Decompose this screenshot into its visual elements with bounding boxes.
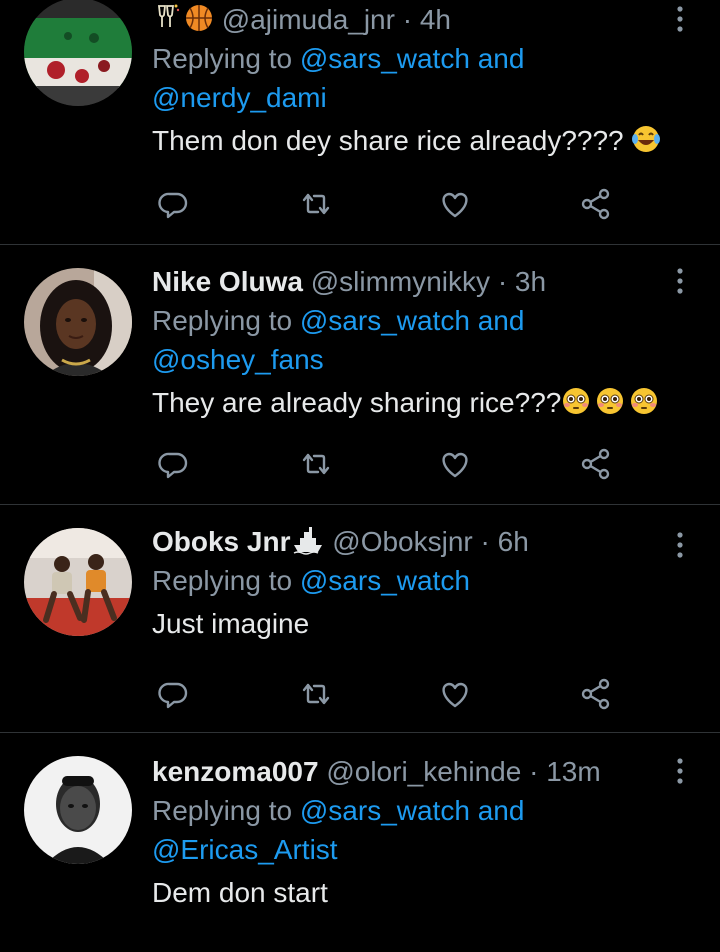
reply-icon[interactable] bbox=[155, 186, 191, 222]
tweet-body: Dem don start bbox=[152, 877, 328, 908]
timestamp[interactable]: 4h bbox=[420, 4, 451, 35]
avatar[interactable] bbox=[24, 0, 132, 106]
mention-link[interactable]: @sars_watch bbox=[300, 43, 470, 74]
tweet[interactable]: Oboks Jnr @Oboksjnr · 6h Replying to @sa… bbox=[0, 504, 720, 733]
replying-to-label: Replying to bbox=[152, 305, 293, 336]
tweet-text: They are already sharing rice??? bbox=[152, 383, 672, 422]
share-icon[interactable] bbox=[578, 446, 614, 482]
tweet-actions bbox=[152, 676, 622, 712]
timestamp[interactable]: 13m bbox=[546, 756, 600, 787]
replying-to-label: Replying to bbox=[152, 795, 293, 826]
timestamp[interactable]: 3h bbox=[515, 266, 546, 297]
share-icon[interactable] bbox=[578, 676, 614, 712]
more-vertical-icon[interactable] bbox=[670, 530, 690, 560]
replying-and[interactable]: and bbox=[478, 43, 525, 74]
user-name[interactable]: Nike Oluwa bbox=[152, 266, 303, 297]
user-name[interactable]: Oboks Jnr bbox=[152, 526, 290, 557]
replying-and[interactable]: and bbox=[478, 795, 525, 826]
user-handle[interactable]: @slimmynikky bbox=[311, 266, 490, 297]
tweet[interactable]: kenzoma007 @olori_kehinde · 13m Replying… bbox=[0, 732, 720, 952]
replying-to-continued: @Ericas_Artist bbox=[152, 830, 672, 869]
separator: · bbox=[480, 526, 490, 557]
reply-icon[interactable] bbox=[155, 446, 191, 482]
tweet-actions bbox=[152, 186, 622, 222]
avatar[interactable] bbox=[24, 268, 132, 376]
user-handle[interactable]: @olori_kehinde bbox=[326, 756, 521, 787]
heart-icon[interactable] bbox=[437, 446, 473, 482]
laughing-tears-emoji bbox=[631, 124, 661, 154]
tweet-text: Just imagine bbox=[152, 604, 672, 643]
more-vertical-icon[interactable] bbox=[670, 4, 690, 34]
heart-icon[interactable] bbox=[437, 186, 473, 222]
separator: · bbox=[497, 266, 508, 297]
reply-icon[interactable] bbox=[155, 676, 191, 712]
user-name[interactable]: kenzoma007 bbox=[152, 756, 319, 787]
tweet-body: They are already sharing rice??? bbox=[152, 387, 562, 418]
mention-link[interactable]: @Ericas_Artist bbox=[152, 834, 338, 865]
replying-to-label: Replying to bbox=[152, 565, 293, 596]
timestamp[interactable]: 6h bbox=[498, 526, 529, 557]
tweet-body: Just imagine bbox=[152, 608, 310, 639]
mention-link[interactable]: @nerdy_dami bbox=[152, 82, 327, 113]
mention-link[interactable]: @sars_watch bbox=[300, 565, 470, 596]
avatar[interactable] bbox=[24, 756, 132, 864]
basketball-icon bbox=[184, 3, 214, 33]
avatar[interactable] bbox=[24, 528, 132, 636]
replying-to: Replying to @sars_watch and bbox=[152, 39, 672, 78]
retweet-icon[interactable] bbox=[298, 186, 334, 222]
retweet-icon[interactable] bbox=[298, 676, 334, 712]
champagne-icon bbox=[152, 3, 184, 33]
tweet[interactable]: Nike Oluwa @slimmynikky · 3h Replying to… bbox=[0, 244, 720, 505]
more-vertical-icon[interactable] bbox=[670, 266, 690, 296]
more-vertical-icon[interactable] bbox=[670, 756, 690, 786]
replying-to: Replying to @sars_watch bbox=[152, 561, 672, 600]
separator: · bbox=[402, 4, 413, 35]
tweet-header: @ajimuda_jnr · 4h bbox=[152, 0, 672, 39]
heart-icon[interactable] bbox=[437, 676, 473, 712]
user-handle[interactable]: @Oboksjnr bbox=[332, 526, 472, 557]
tweet-text: Dem don start bbox=[152, 873, 672, 912]
tweet-header: kenzoma007 @olori_kehinde · 13m bbox=[152, 752, 672, 791]
tweet-body: Them don dey share rice already???? bbox=[152, 125, 624, 156]
tweet-header: Oboks Jnr @Oboksjnr · 6h bbox=[152, 522, 672, 561]
replying-to-label: Replying to bbox=[152, 43, 293, 74]
flushed-face-emoji bbox=[595, 386, 625, 416]
tweet-header: Nike Oluwa @slimmynikky · 3h bbox=[152, 262, 672, 301]
share-icon[interactable] bbox=[578, 186, 614, 222]
replying-and[interactable]: and bbox=[478, 305, 525, 336]
mention-link[interactable]: @sars_watch bbox=[300, 305, 470, 336]
mention-link[interactable]: @sars_watch bbox=[300, 795, 470, 826]
tweet[interactable]: @ajimuda_jnr · 4h Replying to @sars_watc… bbox=[0, 0, 720, 245]
replying-to: Replying to @sars_watch and bbox=[152, 791, 672, 830]
replying-to-continued: @oshey_fans bbox=[152, 340, 672, 379]
flushed-face-emoji bbox=[629, 386, 659, 416]
tweet-actions bbox=[152, 446, 622, 482]
ship-icon bbox=[292, 525, 324, 555]
retweet-icon[interactable] bbox=[298, 446, 334, 482]
user-handle[interactable]: @ajimuda_jnr bbox=[222, 4, 395, 35]
separator: · bbox=[529, 756, 539, 787]
replying-to-continued: @nerdy_dami bbox=[152, 78, 672, 117]
mention-link[interactable]: @oshey_fans bbox=[152, 344, 324, 375]
replying-to: Replying to @sars_watch and bbox=[152, 301, 672, 340]
flushed-face-emoji bbox=[561, 386, 591, 416]
tweet-text: Them don dey share rice already???? bbox=[152, 121, 672, 160]
